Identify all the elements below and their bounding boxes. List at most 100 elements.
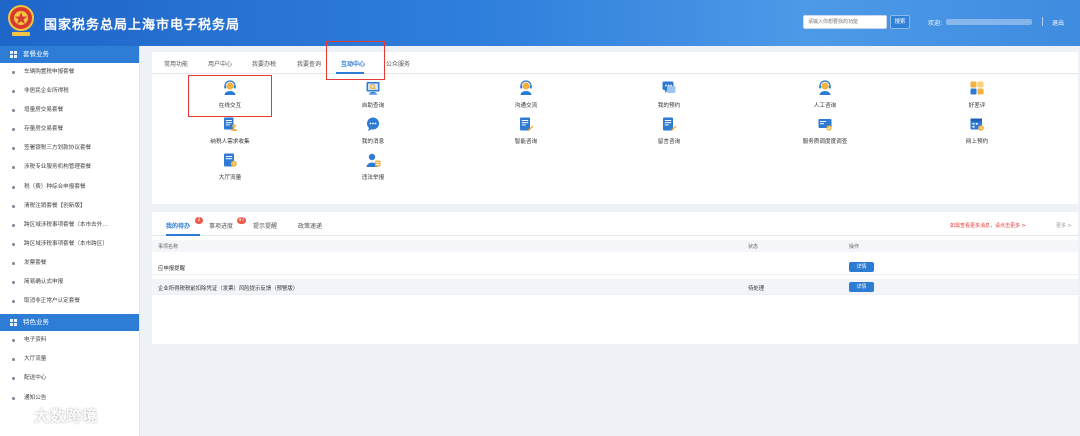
- tab-public-service[interactable]: 公众服务: [386, 59, 410, 68]
- table-row: 企业所得税税前扣除凭证（发票）风险提示反馈（预警版） 待处理 详情: [152, 279, 1078, 295]
- function-search-input[interactable]: [803, 15, 887, 29]
- function-item[interactable]: 纳税人需求收集: [185, 116, 275, 145]
- sidebar-section-title: 套餐业务: [23, 50, 49, 58]
- detail-button[interactable]: 详情: [849, 262, 874, 272]
- sidebar-item[interactable]: 税（费）种综合申报套餐: [0, 178, 139, 197]
- progress-count-badge: 87: [237, 217, 246, 224]
- column-header-action: 操作: [849, 244, 860, 250]
- function-label: 自助查询: [361, 103, 385, 109]
- watermark-text: 大数跨境: [34, 406, 99, 425]
- service-agent-icon: [817, 80, 833, 96]
- interaction-center-panel: 常用功能 用户中心 我要办税 我要查询 互动中心 公众服务 在线交互 自助查询 沟通…: [152, 41, 1078, 204]
- task-panel: 我的待办 2 事项进度 87 提示提醒 政策速递 如需查看更多消息，请点击更多 …: [152, 212, 1078, 344]
- chat-bubble-icon: [661, 80, 677, 96]
- sidebar-item[interactable]: 电子资料: [0, 331, 139, 350]
- more-messages-notice[interactable]: 如需查看更多消息，请点击更多 >: [950, 222, 1026, 229]
- sidebar-item[interactable]: 存量房交易套餐: [0, 120, 139, 139]
- more-link[interactable]: 更多 >: [1056, 222, 1072, 229]
- function-item[interactable]: 违法举报: [328, 152, 418, 181]
- sidebar-item[interactable]: 发票套餐: [0, 254, 139, 273]
- function-item[interactable]: 人工咨询: [780, 80, 870, 109]
- tab-common-functions[interactable]: 常用功能: [164, 59, 188, 68]
- sidebar-item[interactable]: 跨区域涉税事项套餐（本市跨区）: [0, 235, 139, 254]
- function-label: 大厅流量: [218, 175, 242, 181]
- sidebar-item[interactable]: 增量房交易套餐: [0, 101, 139, 120]
- sidebar-item[interactable]: 涉税专业服务机构管理套餐: [0, 158, 139, 177]
- sidebar: 套餐业务车辆购置税申报套餐 非居民企业所得税 增量房交易套餐 存量房交易套餐 签署银税三…: [0, 46, 140, 436]
- sidebar-item[interactable]: 取消非正常户认定套餐: [0, 292, 139, 311]
- report-user-icon: [365, 152, 381, 168]
- function-label: 网上预约: [965, 139, 989, 145]
- sidebar-section-featured[interactable]: 特色业务: [0, 314, 139, 332]
- watermark: 大数跨境: [8, 402, 98, 428]
- message-icon: [365, 116, 381, 132]
- function-item[interactable]: 留言咨询: [624, 116, 714, 145]
- tab-user-center[interactable]: 用户中心: [208, 59, 232, 68]
- tab-policy-express[interactable]: 政策速递: [298, 221, 322, 230]
- tab-tax-handling[interactable]: 我要办税: [252, 59, 276, 68]
- function-label: 在线交互: [218, 103, 242, 109]
- top-header: 国家税务总局上海市电子税务局 搜索 欢迎: 退出: [0, 0, 1080, 46]
- logout-link[interactable]: 退出: [1052, 18, 1064, 27]
- active-task-tab-underline: [166, 234, 200, 236]
- document-edit-icon: [518, 116, 534, 132]
- function-item[interactable]: 服务质调度度调查: [780, 116, 870, 145]
- function-label: 服务质调度度调查: [802, 139, 848, 145]
- calendar-clock-icon: [969, 116, 985, 132]
- table-row: 应申报提醒 详情: [152, 259, 1078, 275]
- grid-icon: [10, 51, 17, 58]
- highlight-box-tab: [326, 41, 385, 80]
- function-label: 我的消息: [361, 139, 385, 145]
- function-label: 人工咨询: [813, 103, 837, 109]
- sidebar-item[interactable]: 大厅流量: [0, 350, 139, 369]
- function-item[interactable]: 好差评: [932, 80, 1022, 109]
- tab-query[interactable]: 我要查询: [297, 59, 321, 68]
- monitor-search-icon: [365, 80, 381, 96]
- tab-item-progress[interactable]: 事项进度: [209, 221, 233, 230]
- tab-my-todo[interactable]: 我的待办: [166, 221, 190, 230]
- rating-icon: [969, 80, 985, 96]
- sidebar-section-package[interactable]: 套餐业务: [0, 46, 139, 63]
- sidebar-item[interactable]: 清税注销套餐【创新版】: [0, 197, 139, 216]
- function-item[interactable]: 我的预约: [624, 80, 714, 109]
- grid-icon: [10, 319, 17, 327]
- column-header-status: 状态: [748, 244, 759, 250]
- survey-card-icon: [817, 116, 833, 132]
- service-agent-icon: [222, 80, 238, 96]
- function-item[interactable]: 智能咨询: [481, 116, 571, 145]
- sidebar-item[interactable]: 简易确认式申报: [0, 273, 139, 292]
- wechat-channel-icon: [9, 405, 29, 425]
- detail-button[interactable]: 详情: [849, 282, 874, 292]
- function-item[interactable]: 大厅流量: [185, 152, 275, 181]
- function-item[interactable]: 自助查询: [328, 80, 418, 109]
- search-button[interactable]: 搜索: [890, 15, 910, 29]
- task-table-header: 事项名称 状态 操作: [152, 240, 1078, 252]
- site-title: 国家税务总局上海市电子税务局: [44, 18, 241, 33]
- task-tabs: 我的待办 2 事项进度 87 提示提醒 政策速递 如需查看更多消息，请点击更多 …: [152, 212, 1078, 236]
- function-item[interactable]: 沟通交流: [481, 80, 571, 109]
- service-agent-icon: [518, 80, 534, 96]
- function-label: 好差评: [968, 103, 986, 109]
- function-label: 违法举报: [361, 175, 385, 181]
- function-item[interactable]: 我的消息: [328, 116, 418, 145]
- function-label: 沟通交流: [514, 103, 538, 109]
- function-label: 我的预约: [657, 103, 681, 109]
- tax-emblem-logo: [8, 5, 34, 36]
- document-edit-icon: [661, 116, 677, 132]
- sidebar-item[interactable]: 跨区域涉税事项套餐（本市去外…: [0, 216, 139, 235]
- document-user-icon: [222, 116, 238, 132]
- sidebar-section-title: 特色业务: [23, 318, 49, 327]
- document-clock-icon: [222, 152, 238, 168]
- sidebar-item[interactable]: 非居民企业所得税: [0, 82, 139, 101]
- function-item[interactable]: 网上预约: [932, 116, 1022, 145]
- function-item[interactable]: 在线交互: [185, 80, 275, 109]
- sidebar-item[interactable]: 签署银税三方划款协议套餐: [0, 139, 139, 158]
- function-label: 纳税人需求收集: [210, 139, 250, 145]
- todo-count-badge: 2: [195, 217, 203, 224]
- sidebar-item[interactable]: 车辆购置税申报套餐: [0, 63, 139, 82]
- username-redacted: [946, 19, 1032, 25]
- welcome-label: 欢迎:: [928, 20, 943, 27]
- tab-reminders[interactable]: 提示提醒: [253, 221, 277, 230]
- task-status: 待处理: [748, 286, 765, 292]
- sidebar-item[interactable]: 配送中心: [0, 369, 139, 388]
